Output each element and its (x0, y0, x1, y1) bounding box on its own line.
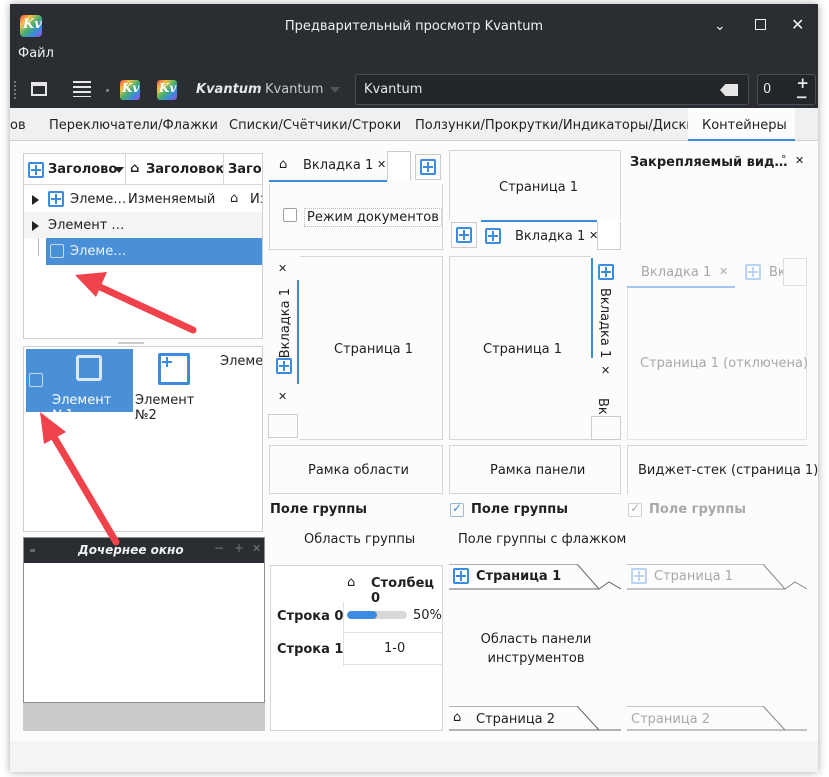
arrow-1-shaft (96, 283, 197, 334)
annotation-arrows (40, 272, 197, 546)
arrow-2-shaft (50, 433, 120, 546)
